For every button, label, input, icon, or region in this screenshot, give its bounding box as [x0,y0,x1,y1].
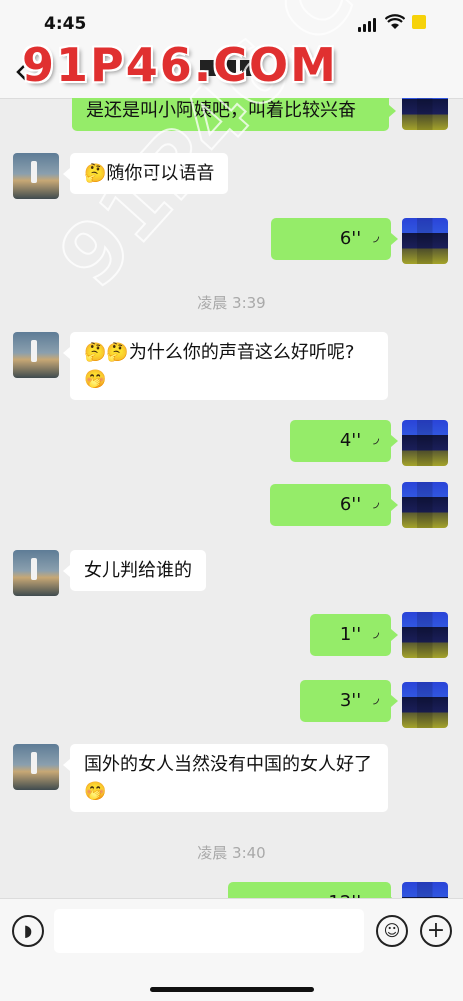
avatar-contact[interactable] [13,550,59,596]
voice-mode-icon: ◗ [23,921,33,940]
voice-wave-icon: ◝ [365,698,384,705]
avatar-self[interactable] [402,882,448,898]
avatar-contact[interactable] [13,332,59,378]
avatar-contact[interactable] [13,153,59,199]
timestamp: 凌晨 3:40 [197,844,266,862]
status-time: 4:45 [44,14,87,34]
watermark-logo: 91P46.COM [22,38,338,92]
voice-message-bubble[interactable]: 3'' ◝ [300,680,398,722]
voice-duration: 12'' [328,889,361,898]
voice-message-bubble[interactable]: 6'' ◝ [270,484,398,526]
message-text: 是还是叫小阿姨吧，叫着比较兴奋 [86,100,356,121]
home-indicator[interactable] [150,987,314,992]
avatar-self[interactable] [402,612,448,658]
voice-wave-icon: ◝ [365,438,384,445]
message-bubble-right[interactable]: 是还是叫小阿姨吧，叫着比较兴奋 [72,98,396,131]
emoji-icon: ☺ [383,921,401,940]
avatar-contact[interactable] [13,744,59,790]
wifi-icon [384,14,406,34]
emoji-button[interactable]: ☺ [376,915,408,947]
voice-duration: 3'' [339,690,362,711]
voice-duration: 6'' [339,228,362,249]
plus-icon: + [426,918,446,943]
message-bubble-left[interactable]: 国外的女人当然没有中国的女人好了🤭 [63,744,388,812]
voice-wave-icon: ◝ [365,632,384,639]
voice-message-bubble[interactable]: 4'' ◝ [290,420,398,462]
avatar-self[interactable] [402,420,448,466]
voice-duration: 6'' [339,494,362,515]
voice-message-bubble[interactable]: 1'' ◝ [310,614,398,656]
message-bubble-left[interactable]: 🤔随你可以语音 [62,153,229,194]
message-input[interactable] [54,909,364,953]
voice-message-bubble[interactable]: 12''◝ [228,882,398,898]
avatar-self[interactable] [402,682,448,728]
input-bar: ◗ ☺ + [0,898,463,1001]
message-text: 女儿判给谁的 [84,560,192,581]
voice-duration: 1'' [339,624,362,645]
message-text: 🤔随你可以语音 [84,163,215,184]
voice-duration: 4'' [339,430,362,451]
battery-icon [412,15,426,29]
message-text: 国外的女人当然没有中国的女人好了🤭 [84,754,372,802]
chat-area[interactable]: 是还是叫小阿姨吧，叫着比较兴奋 🤔随你可以语音 6'' ◝ 凌晨 3:39 🤔🤔为… [0,98,463,898]
voice-wave-icon: ◝ [365,502,384,509]
message-text: 🤔🤔为什么你的声音这么好听呢?🤭 [84,342,355,390]
plus-button[interactable]: + [420,915,452,947]
voice-message-bubble[interactable]: 6'' ◝ [271,218,398,260]
avatar-self[interactable] [402,482,448,528]
avatar-self[interactable] [402,98,448,130]
timestamp: 凌晨 3:39 [197,294,266,312]
message-bubble-left[interactable]: 女儿判给谁的 [63,550,206,591]
signal-icon [358,18,378,32]
message-bubble-left[interactable]: 🤔🤔为什么你的声音这么好听呢?🤭 [63,332,388,400]
voice-mode-button[interactable]: ◗ [12,915,44,947]
voice-wave-icon: ◝ [365,236,384,243]
avatar-self[interactable] [402,218,448,264]
